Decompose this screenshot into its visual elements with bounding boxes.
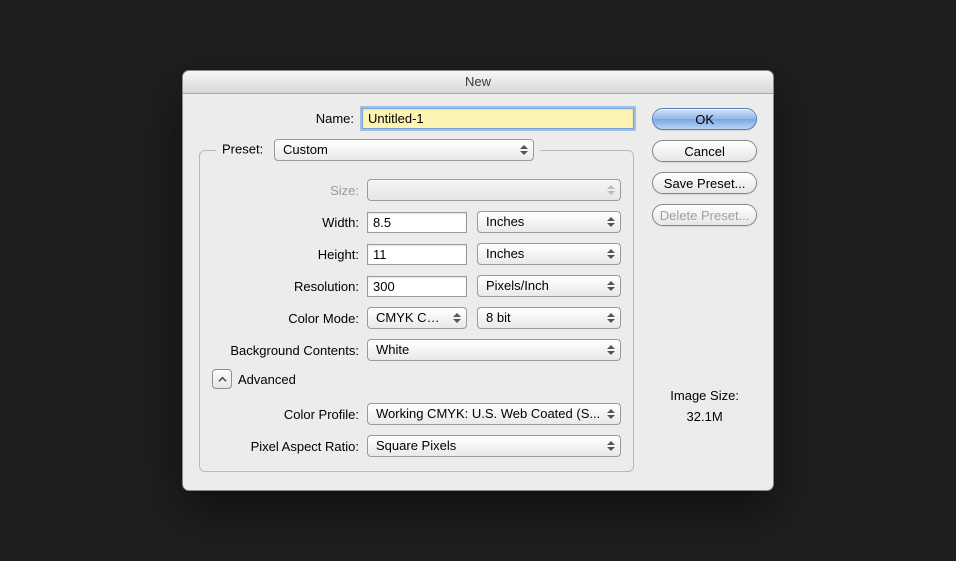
preset-group: Preset: Custom Size: Width: [199,139,634,472]
preset-value: Custom [283,142,328,157]
bg-contents-value: White [376,342,409,357]
chevron-updown-icon [605,278,616,294]
image-size-value: 32.1M [652,409,757,424]
height-input[interactable] [367,244,467,265]
width-label: Width: [204,215,367,230]
color-mode-value: CMYK Color [376,310,448,325]
width-input[interactable] [367,212,467,233]
actions-area: OK Cancel Save Preset... Delete Preset..… [652,108,757,472]
name-label: Name: [199,111,362,126]
image-size-readout: Image Size: 32.1M [652,388,757,472]
advanced-label: Advanced [238,372,296,387]
chevron-updown-icon [605,214,616,230]
resolution-label: Resolution: [204,279,367,294]
color-profile-value: Working CMYK: U.S. Web Coated (S... [376,406,600,421]
size-label: Size: [204,183,367,198]
name-input[interactable] [362,108,634,129]
chevron-updown-icon [605,182,616,198]
bit-depth-value: 8 bit [486,310,511,325]
chevron-updown-icon [518,142,529,158]
chevron-updown-icon [605,406,616,422]
pixel-aspect-select[interactable]: Square Pixels [367,435,621,457]
pixel-aspect-value: Square Pixels [376,438,456,453]
pixel-aspect-label: Pixel Aspect Ratio: [204,439,367,454]
cancel-button[interactable]: Cancel [652,140,757,162]
width-unit-select[interactable]: Inches [477,211,621,233]
height-label: Height: [204,247,367,262]
dialog-body: Name: Preset: Custom Size: [183,94,773,490]
settings-area: Name: Preset: Custom Size: [199,108,634,472]
ok-button[interactable]: OK [652,108,757,130]
delete-preset-button: Delete Preset... [652,204,757,226]
size-select [367,179,621,201]
new-document-dialog: New Name: Preset: Custom Size: [182,70,774,491]
resolution-unit-value: Pixels/Inch [486,278,549,293]
image-size-label: Image Size: [652,388,757,403]
dialog-title: New [183,71,773,94]
chevron-updown-icon [451,310,462,326]
resolution-unit-select[interactable]: Pixels/Inch [477,275,621,297]
color-mode-select[interactable]: CMYK Color [367,307,467,329]
chevron-updown-icon [605,310,616,326]
chevron-updown-icon [605,246,616,262]
chevron-updown-icon [605,342,616,358]
color-mode-label: Color Mode: [204,311,367,326]
bg-contents-label: Background Contents: [204,343,367,358]
chevron-up-icon [218,375,227,384]
bg-contents-select[interactable]: White [367,339,621,361]
color-profile-select[interactable]: Working CMYK: U.S. Web Coated (S... [367,403,621,425]
save-preset-button[interactable]: Save Preset... [652,172,757,194]
preset-legend: Preset: Custom [216,139,540,161]
bit-depth-select[interactable]: 8 bit [477,307,621,329]
width-unit-value: Inches [486,214,524,229]
preset-label: Preset: [222,141,263,156]
chevron-updown-icon [605,438,616,454]
height-unit-value: Inches [486,246,524,261]
color-profile-label: Color Profile: [204,407,367,422]
resolution-input[interactable] [367,276,467,297]
preset-select[interactable]: Custom [274,139,534,161]
height-unit-select[interactable]: Inches [477,243,621,265]
advanced-disclosure-button[interactable] [212,369,232,389]
